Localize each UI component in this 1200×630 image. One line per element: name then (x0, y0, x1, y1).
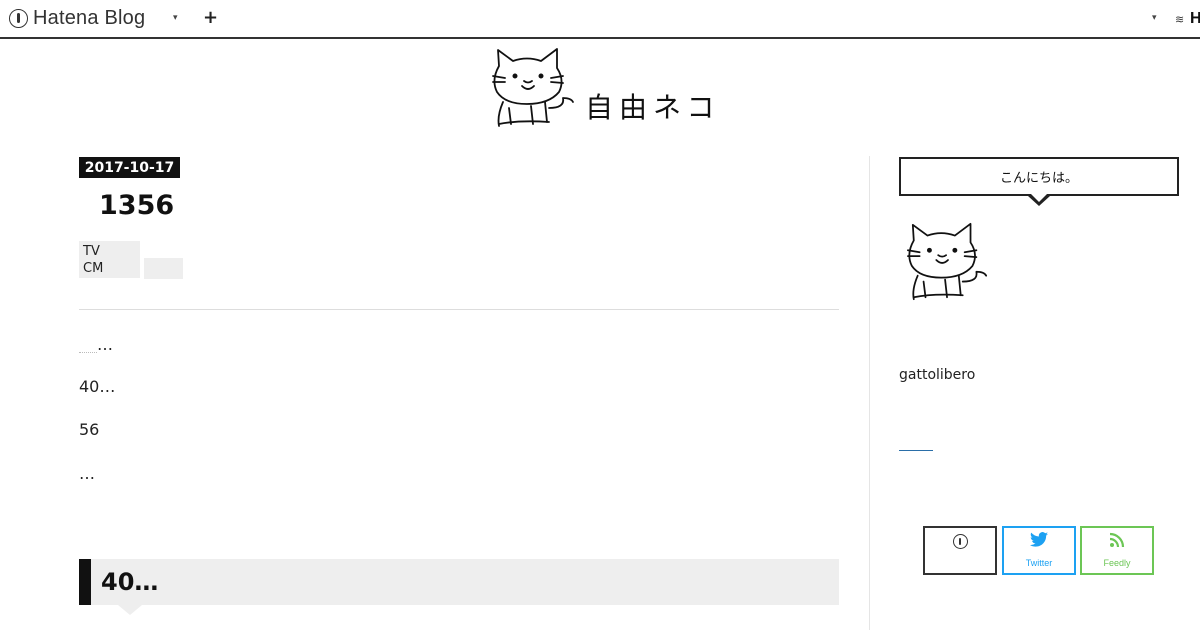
category-tag[interactable]: TV CM (79, 241, 140, 278)
section-heading-text: 40… (101, 568, 159, 596)
dotted-link[interactable] (79, 352, 97, 353)
category-tag-empty[interactable] (144, 258, 183, 279)
article-date[interactable]: 2017-10-17 (79, 157, 180, 178)
greeting-bubble: こんにちは。 (899, 157, 1179, 196)
sidebar-divider (869, 156, 870, 630)
brand-name: Hatena Blog (33, 6, 146, 29)
subscribe-feedly-button[interactable]: Feedly (1080, 526, 1154, 575)
profile-link[interactable] (899, 450, 933, 451)
section-heading-pointer (118, 605, 142, 615)
twitter-icon (1030, 532, 1048, 547)
subscribe-twitter-label: Twitter (1025, 558, 1053, 568)
wifi-icon[interactable]: ≋ (1175, 13, 1184, 26)
brand-menu-caret-icon[interactable]: ▾ (173, 13, 178, 23)
header-user-link[interactable]: H (1190, 10, 1200, 28)
subscribe-hatena-button[interactable] (923, 526, 997, 575)
bubble-pointer-inner (1031, 194, 1047, 202)
new-post-button[interactable]: + (203, 7, 218, 28)
cat-logo-icon (492, 48, 574, 127)
blog-title-text: 自由ネコ (585, 91, 721, 124)
user-menu-caret-icon[interactable]: ▾ (1152, 13, 1157, 23)
subscribe-twitter-button[interactable]: Twitter (1002, 526, 1076, 575)
hatena-blog-logo-link[interactable]: Hatena Blog (9, 6, 145, 30)
paragraph-2: 40… (79, 377, 116, 396)
section-heading: 40… (79, 559, 839, 605)
divider (79, 309, 839, 310)
hatena-logo-icon (9, 8, 28, 28)
category-tag-label: TV CM (83, 244, 104, 276)
article-title[interactable]: 1356 (99, 190, 174, 221)
profile-username[interactable]: gattolibero (899, 367, 975, 383)
feedly-icon (1109, 532, 1125, 548)
global-header: Hatena Blog ▾ + ▾ ≋ H (0, 0, 1200, 39)
hatena-icon (952, 534, 968, 549)
paragraph-1: … (97, 335, 113, 354)
greeting-text: こんにちは。 (999, 171, 1078, 186)
profile-avatar-icon[interactable] (904, 220, 994, 304)
paragraph-4: … (79, 464, 95, 483)
paragraph-3: 56 (79, 420, 100, 439)
subscribe-feedly-label: Feedly (1103, 558, 1131, 568)
section-heading-bar (79, 559, 91, 605)
